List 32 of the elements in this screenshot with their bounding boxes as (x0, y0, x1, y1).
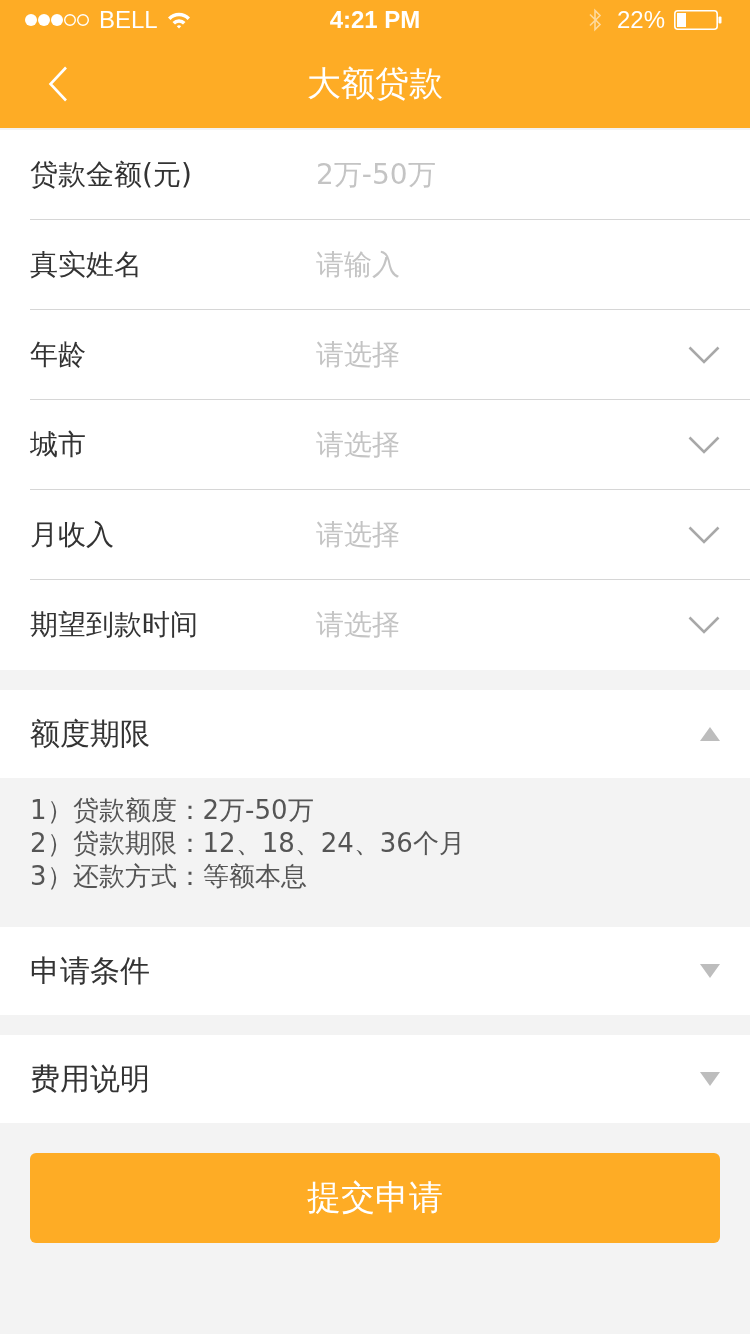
back-icon (48, 66, 68, 102)
section-header[interactable]: 申请条件 (0, 927, 750, 1015)
submit-button[interactable]: 提交申请 (30, 1153, 720, 1243)
field-label: 期望到款时间 (30, 607, 199, 643)
chevron-down-icon (688, 616, 720, 634)
section-header[interactable]: 额度期限 (0, 690, 750, 778)
select-field[interactable]: 请选择 (316, 414, 750, 475)
info-line: 3）还款方式：等额本息 (30, 860, 307, 893)
carrier-label: BELL (99, 6, 158, 34)
chevron-down-icon (688, 435, 720, 454)
battery-percent: 22% (616, 6, 665, 34)
field-label: 贷款金额(元) (30, 156, 193, 193)
input-field[interactable]: 2万-50万 (316, 144, 750, 205)
time-label: 4:21 PM (329, 6, 421, 34)
section-header[interactable]: 费用说明 (0, 1035, 750, 1123)
select-field[interactable]: 请选择 (316, 504, 750, 565)
input-field[interactable]: 请输入 (316, 234, 750, 295)
chevron-down-icon (688, 345, 720, 364)
field-label: 月收入 (30, 516, 115, 553)
field-label: 年龄 (30, 336, 87, 373)
chevron-down-icon (688, 525, 720, 544)
signal-dots-icon (24, 13, 90, 27)
field-label: 城市 (30, 426, 87, 463)
battery-icon (674, 10, 722, 30)
select-field[interactable]: 请选择 (316, 595, 750, 655)
bluetooth-icon (587, 8, 602, 32)
wifi-icon (166, 11, 191, 29)
select-field[interactable]: 请选择 (316, 324, 750, 385)
page-title: 大额贷款 (307, 62, 443, 105)
info-line: 2）贷款期限：12、18、24、36个月 (30, 827, 465, 860)
info-line: 1）贷款额度：2万-50万 (30, 794, 314, 827)
field-label: 真实姓名 (30, 246, 143, 283)
